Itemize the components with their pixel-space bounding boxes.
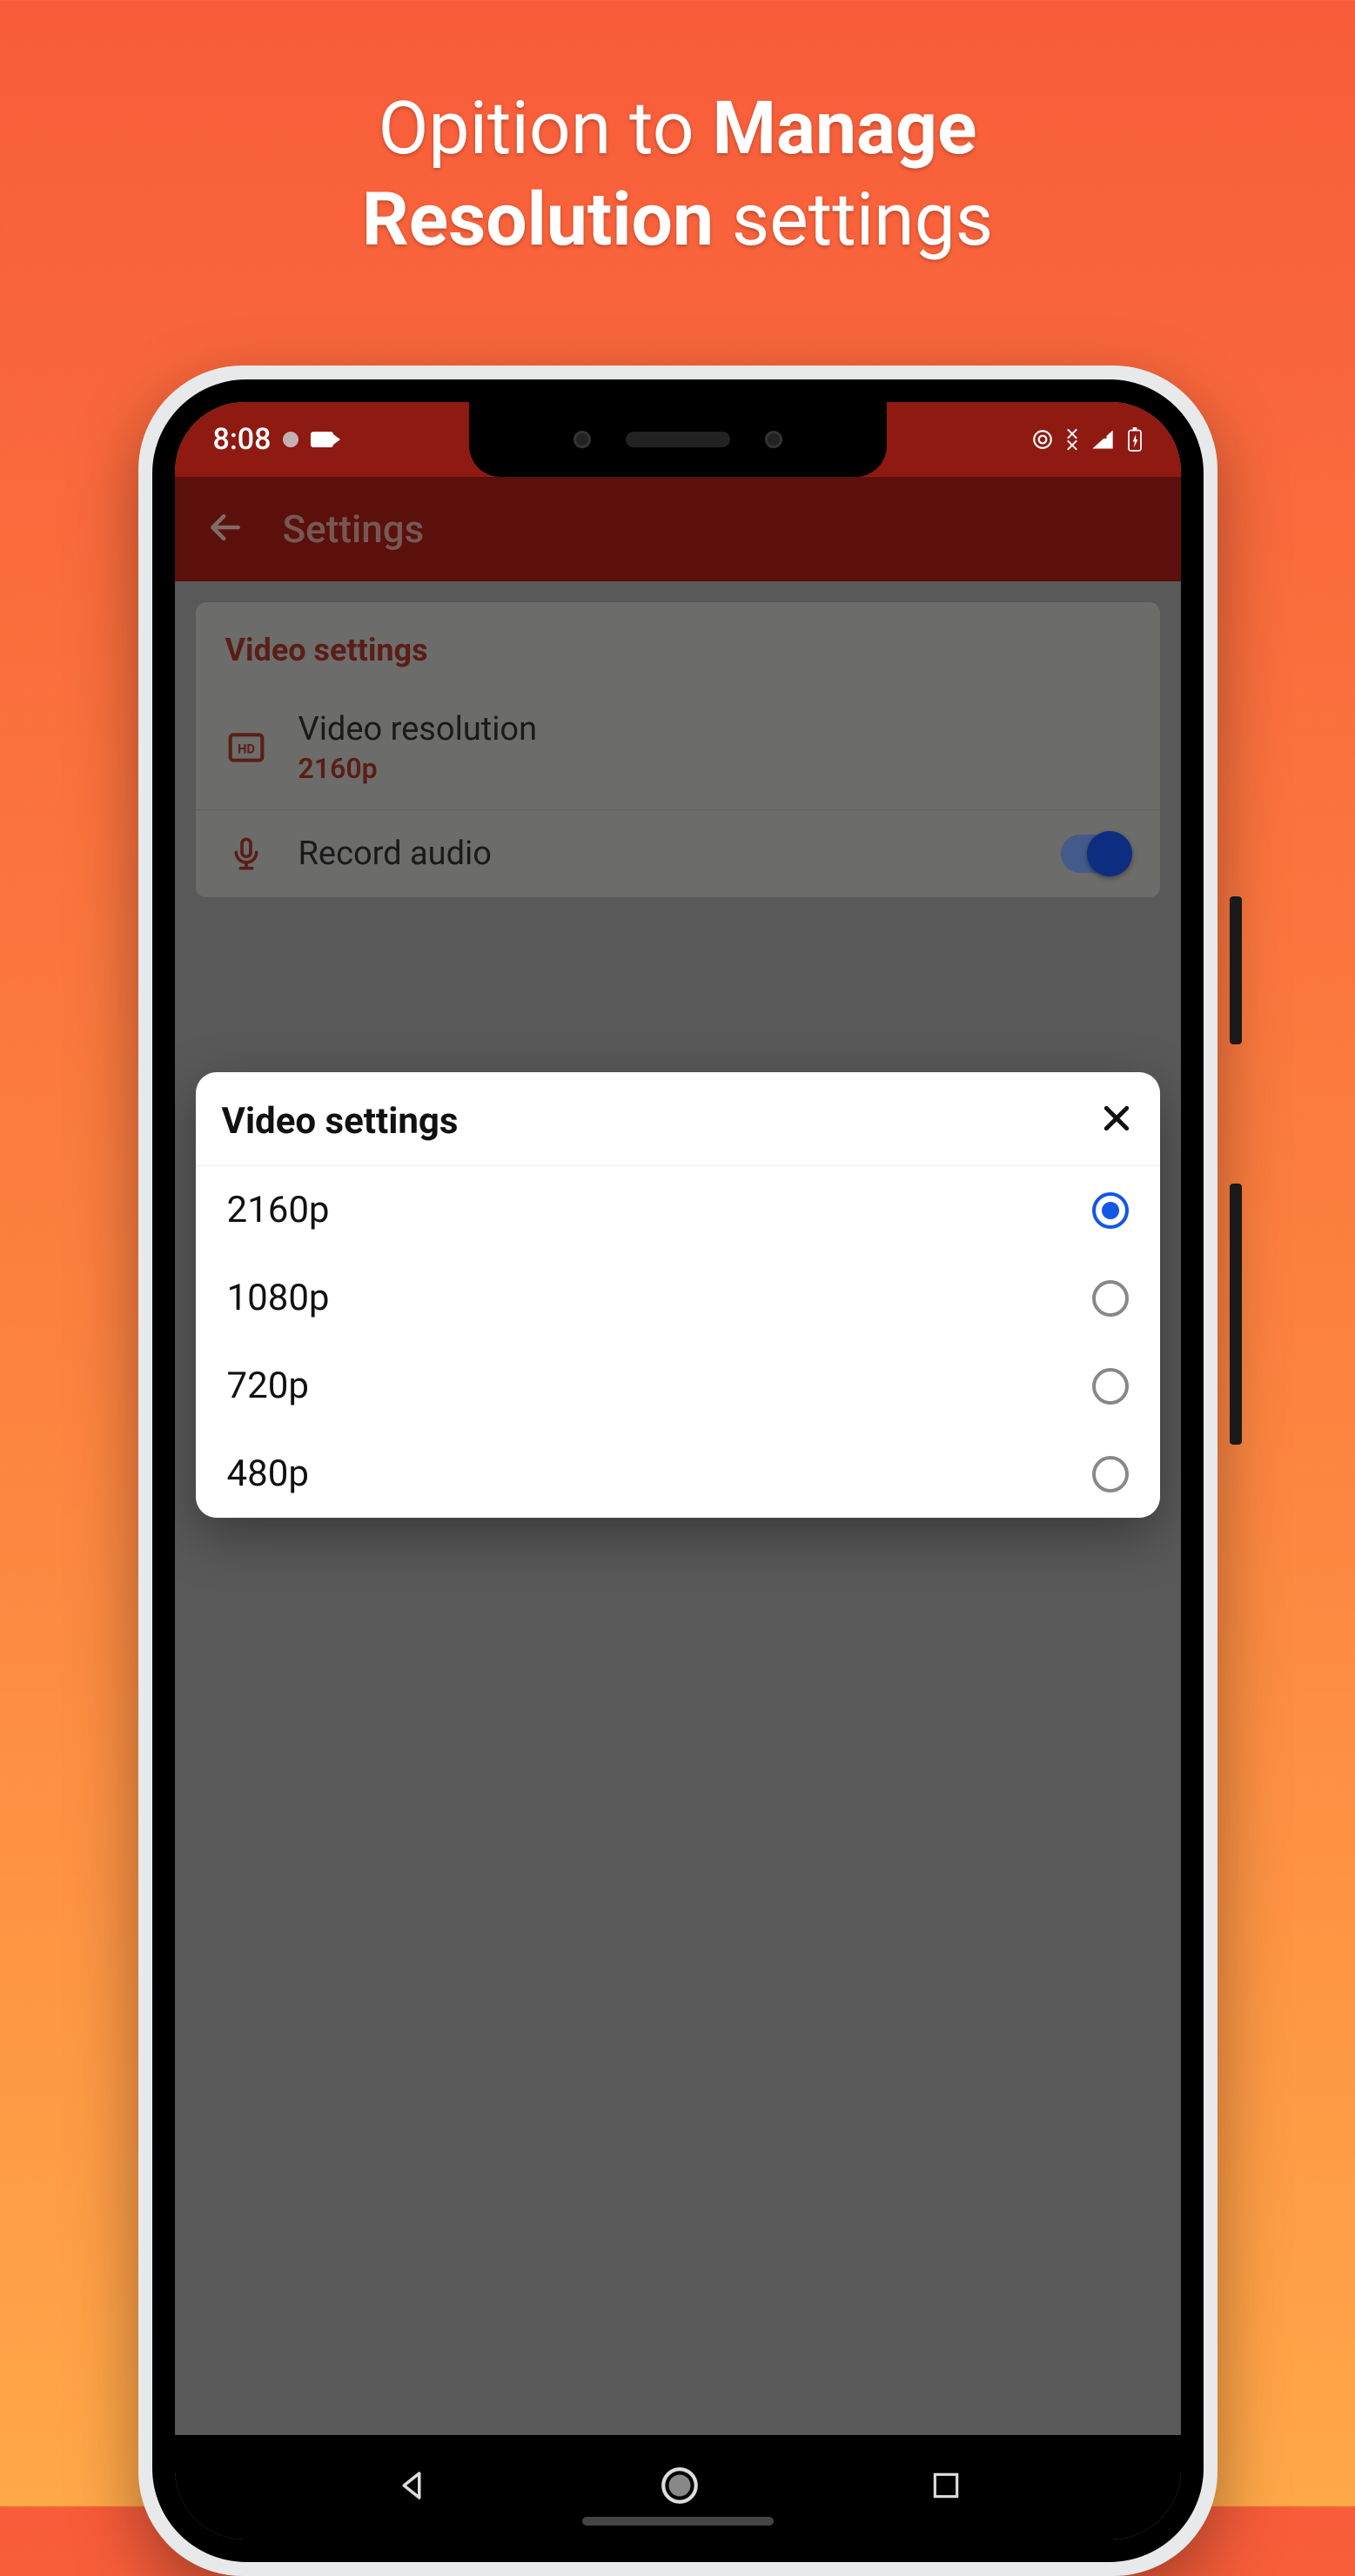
cast-icon [1031, 428, 1054, 451]
battery-icon [1127, 427, 1143, 452]
phone-screen: 8:08 Settings [175, 402, 1181, 2539]
close-icon[interactable] [1099, 1101, 1134, 1143]
video-resolution-row[interactable]: HD Video resolution 2160p [196, 686, 1160, 809]
nav-home-icon[interactable] [658, 2464, 701, 2511]
nav-recent-icon[interactable] [929, 2469, 963, 2506]
radio-icon[interactable] [1092, 1456, 1129, 1493]
record-audio-toggle[interactable] [1061, 835, 1130, 873]
microphone-icon [225, 835, 267, 873]
setting-value: 2160p [299, 752, 1130, 785]
back-arrow-icon[interactable] [206, 508, 245, 550]
video-recording-icon [311, 432, 333, 447]
promo-word: Manage [712, 85, 976, 171]
option-label: 720p [227, 1365, 309, 1407]
resolution-option[interactable]: 1080p [196, 1254, 1160, 1342]
promo-word: settings [714, 177, 993, 263]
promo-caption: Opition to Manage Resolution settings [0, 0, 1355, 265]
video-settings-dialog: Video settings 2160p 1080p 720p 480p [196, 1072, 1160, 1518]
radio-icon[interactable] [1092, 1192, 1129, 1229]
dialog-title: Video settings [222, 1100, 459, 1143]
resolution-option[interactable]: 720p [196, 1342, 1160, 1430]
status-time: 8:08 [213, 422, 272, 457]
signal-icon [1090, 428, 1115, 451]
nav-back-icon[interactable] [393, 2467, 430, 2507]
section-header: Video settings [196, 602, 1160, 686]
phone-side-button [1230, 1184, 1242, 1445]
phone-notch [469, 402, 887, 477]
resolution-option[interactable]: 2160p [196, 1166, 1160, 1254]
settings-content: Video settings HD Video resolution 2160p [175, 581, 1181, 2539]
radio-icon[interactable] [1092, 1280, 1129, 1317]
app-bar: Settings [175, 477, 1181, 581]
settings-card: Video settings HD Video resolution 2160p [196, 602, 1160, 897]
promo-word: Resolution [362, 177, 714, 263]
phone-mockup: 8:08 Settings [138, 366, 1217, 2576]
setting-label: Video resolution [299, 710, 1130, 748]
record-audio-row[interactable]: Record audio [196, 809, 1160, 897]
option-label: 2160p [227, 1189, 330, 1231]
promo-word: Opition to [379, 85, 713, 171]
status-x-icon [1066, 428, 1078, 451]
hd-icon: HD [225, 728, 267, 767]
app-bar-title: Settings [283, 506, 425, 552]
resolution-option[interactable]: 480p [196, 1430, 1160, 1518]
setting-label: Record audio [299, 835, 1030, 873]
option-label: 1080p [227, 1277, 330, 1319]
phone-side-button [1230, 896, 1242, 1044]
radio-icon[interactable] [1092, 1368, 1129, 1405]
status-dot-icon [283, 432, 299, 447]
home-indicator [582, 2517, 774, 2526]
option-label: 480p [227, 1452, 309, 1495]
svg-text:HD: HD [238, 741, 255, 756]
